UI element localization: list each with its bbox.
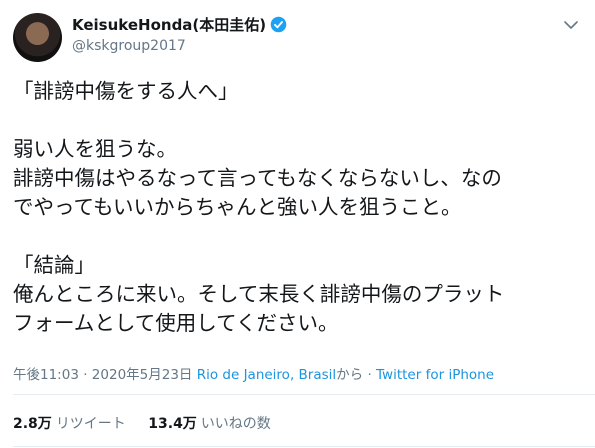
likes-label: いいねの数 bbox=[200, 416, 271, 432]
tweet-line: 俺んところに来い。そして末長く誹謗中傷のプラット bbox=[13, 282, 505, 306]
author-handle[interactable]: @kskgroup2017 bbox=[72, 38, 186, 54]
likes-count: 13.4万 bbox=[148, 416, 197, 432]
divider-bottom bbox=[13, 446, 595, 447]
tweet-time: 午後11:03 bbox=[13, 367, 79, 383]
meta-separator: · bbox=[83, 367, 88, 383]
tweet-line: でやってもいいからちゃんと強い人を狙うこと。 bbox=[13, 195, 462, 219]
likes-stat[interactable]: 13.4万 いいねの数 bbox=[148, 416, 271, 432]
tweet-text: 「誹謗中傷をする人へ」 弱い人を狙うな。 誹謗中傷はやるなって言ってもなくならな… bbox=[13, 77, 583, 338]
author-display-name[interactable]: KeisukeHonda(本田圭佑) bbox=[72, 14, 266, 35]
retweets-label: リツイート bbox=[55, 416, 126, 432]
retweets-count: 2.8万 bbox=[13, 416, 52, 432]
location-suffix: から bbox=[336, 367, 364, 383]
author-name-row: KeisukeHonda(本田圭佑) bbox=[72, 14, 287, 35]
tweet-card: KeisukeHonda(本田圭佑) @kskgroup2017 「誹謗中傷をす… bbox=[0, 0, 595, 448]
source-link[interactable]: Twitter for iPhone bbox=[376, 367, 494, 383]
tweet-stats: 2.8万 リツイート 13.4万 いいねの数 bbox=[13, 413, 289, 433]
divider bbox=[13, 394, 595, 395]
verified-badge-icon bbox=[270, 16, 287, 33]
location-link[interactable]: Rio de Janeiro, Brasil bbox=[197, 367, 336, 383]
tweet-line: 弱い人を狙うな。 bbox=[13, 137, 177, 161]
meta-separator-2: · bbox=[367, 367, 372, 383]
tweet-line: 「誹謗中傷をする人へ」 bbox=[13, 79, 239, 103]
retweets-stat[interactable]: 2.8万 リツイート bbox=[13, 416, 130, 432]
chevron-down-icon[interactable] bbox=[564, 20, 578, 30]
tweet-line: フォームとして使用してください。 bbox=[13, 311, 339, 335]
tweet-line: 「結論」 bbox=[13, 253, 95, 277]
tweet-date: 2020年5月23日 bbox=[91, 367, 193, 383]
tweet-meta: 午後11:03 · 2020年5月23日 Rio de Janeiro, Bra… bbox=[13, 363, 494, 383]
tweet-line: 誹謗中傷はやるなって言ってもなくならないし、なの bbox=[13, 166, 502, 190]
tweet-timestamp[interactable]: 午後11:03 · 2020年5月23日 bbox=[13, 367, 192, 383]
avatar[interactable] bbox=[13, 13, 62, 62]
